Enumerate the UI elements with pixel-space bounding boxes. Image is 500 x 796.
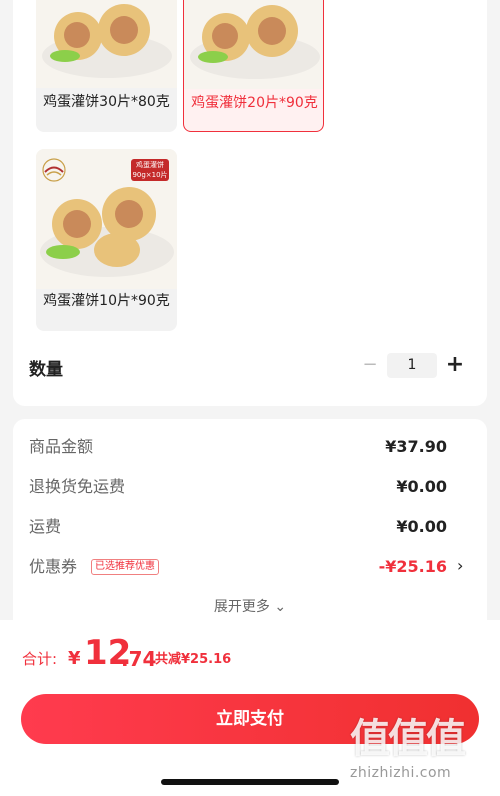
product-image: 鸡蛋灌饼 90g×10片 (36, 149, 177, 289)
sku-option-20[interactable]: 鸡蛋灌饼20片*90克 (183, 0, 324, 132)
fee-row-shipping: 运费 ¥0.00 (29, 515, 449, 539)
fee-label: 商品金额 (29, 437, 94, 456)
total-decimal: .74 (121, 647, 157, 671)
chevron-right-icon[interactable]: › (457, 556, 463, 576)
watermark-logo: 值值值 (350, 716, 466, 762)
expand-more-button[interactable]: 展开更多 ⌄ (0, 597, 500, 617)
fee-label: 优惠券 (29, 557, 78, 576)
product-image (36, 0, 177, 88)
watermark: 值值值 zhizhizhi.com (348, 712, 496, 792)
fee-value: ¥0.00 (396, 477, 447, 496)
sku-option-30[interactable]: 鸡蛋灌饼30片*80克 (36, 0, 177, 132)
quantity-label: 数量 (29, 360, 63, 380)
total-label: 合计: (22, 650, 58, 668)
coupon-tag: 已选推荐优惠 (91, 559, 159, 575)
fee-label: 退换货免运费 (29, 477, 126, 496)
product-badge: 鸡蛋灌饼 90g×10片 (131, 159, 169, 181)
home-indicator[interactable] (161, 779, 339, 785)
brand-logo-icon (41, 157, 67, 183)
sku-label: 鸡蛋灌饼10片*90克 (43, 293, 170, 309)
coupon-discount-value: -¥25.16 (378, 557, 447, 576)
currency-symbol: ¥ (68, 648, 81, 669)
fee-value: ¥0.00 (396, 517, 447, 536)
fee-row-coupon[interactable]: 优惠券 已选推荐优惠 -¥25.16 (29, 555, 449, 579)
fee-row-goods: 商品金额 ¥37.90 (29, 435, 449, 459)
decrease-quantity-button[interactable]: − (362, 355, 378, 375)
fee-label: 运费 (29, 517, 62, 536)
sku-label: 鸡蛋灌饼30片*80克 (43, 94, 170, 110)
sku-option-10[interactable]: 鸡蛋灌饼 90g×10片 鸡蛋灌饼10片*90克 (36, 149, 177, 331)
fee-value: ¥37.90 (385, 437, 447, 456)
total-saved: 共减¥25.16 (155, 652, 232, 667)
watermark-url: zhizhizhi.com (350, 765, 452, 781)
increase-quantity-button[interactable]: + (445, 353, 465, 377)
fee-row-return-shipping: 退换货免运费 ¥0.00 (29, 475, 449, 499)
quantity-input[interactable]: 1 (387, 353, 437, 378)
product-image (184, 0, 323, 89)
sku-label: 鸡蛋灌饼20片*90克 (191, 95, 318, 111)
